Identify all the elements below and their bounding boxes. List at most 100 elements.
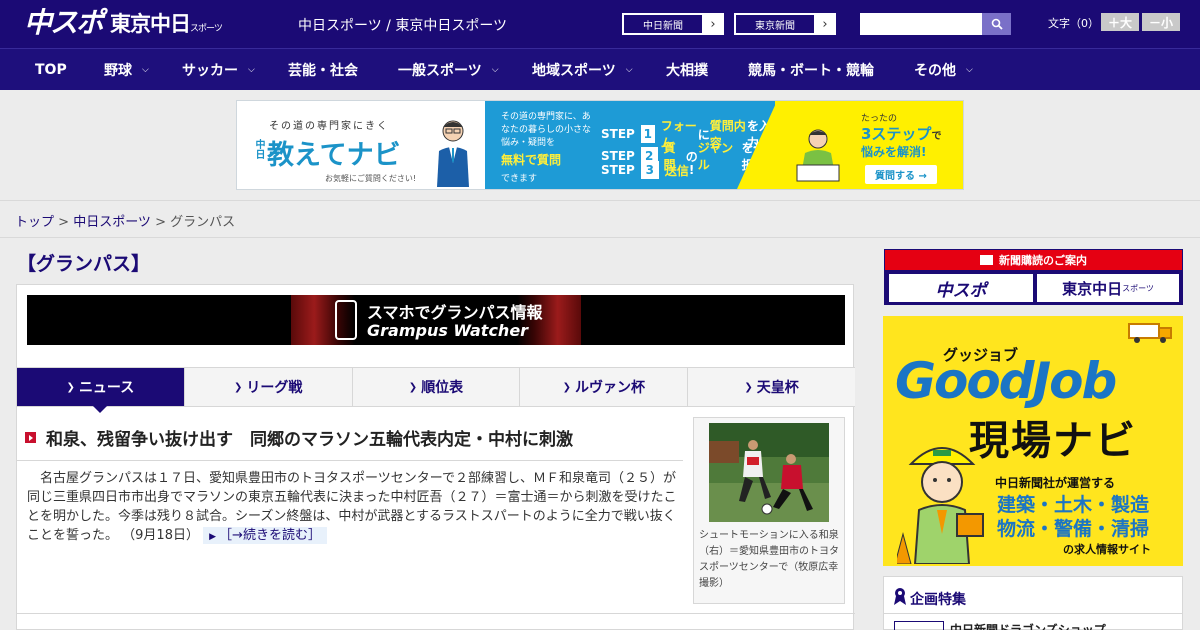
goodjob-line3: 物流・警備・清掃 [997, 518, 1150, 540]
nav-item-general-sports[interactable]: 一般スポーツ ⌵ [398, 49, 499, 90]
feature-thumbnail[interactable] [894, 621, 944, 630]
smartphone-icon [335, 300, 357, 340]
chevron-right-icon: ❯ [562, 381, 571, 393]
nav-item-label: TOP [35, 61, 67, 78]
nav-item-label: 一般スポーツ [398, 62, 482, 79]
nav-item-baseball[interactable]: 野球 ⌵ [104, 49, 149, 90]
breadcrumb: トップ > 中日スポーツ > グランパス [15, 211, 235, 230]
top-header: 中スポ 東京中日スポーツ 中日スポーツ / 東京中日スポーツ 中日新聞 › 東京… [0, 0, 1200, 48]
subscription-header: 新聞購読のご案内 [885, 250, 1182, 270]
ad-right-solve: 悩みを解消! [861, 145, 927, 159]
subscribe-chusupo-button[interactable]: 中スポ [889, 274, 1033, 302]
nav-item-other[interactable]: その他 ⌵ [914, 49, 973, 90]
ad-middle-panel: その道の専門家に、あなたの暮らしの小さな悩み・疑問を 無料で質問 できます ST… [485, 101, 775, 189]
breadcrumb-bar: トップ > 中日スポーツ > グランパス [0, 200, 1200, 238]
nav-item-soccer[interactable]: サッカー ⌵ [182, 49, 255, 90]
chevron-right-icon: ❯ [66, 381, 75, 393]
chunichi-shimbun-link[interactable]: 中日新聞 › [622, 13, 724, 35]
read-more-link[interactable]: ▶ ［→続きを読む］ [203, 527, 327, 544]
chusupo-logo[interactable]: 中スポ [24, 6, 104, 40]
goodjob-line1: 中日新聞社が運営する [995, 476, 1116, 490]
subscribe-tokyo-text: 東京中日 [1062, 279, 1123, 298]
feature-item-dragons-shop[interactable]: 中日新聞ドラゴンズショップ [950, 621, 1106, 630]
article-photo[interactable] [709, 423, 829, 522]
divider [884, 613, 1182, 614]
tab-league[interactable]: ❯ リーグ戦 [183, 368, 352, 406]
tab-label: リーグ戦 [246, 380, 303, 396]
feature-title: 企画特集 [910, 592, 966, 608]
photo-caption: シュートモーションに入る和泉（右）＝愛知県豊田市のトヨタスポーツセンターで（牧原… [699, 530, 839, 589]
breadcrumb-current: グランパス [170, 215, 236, 230]
main-nav: TOP 野球 ⌵ サッカー ⌵ 芸能・社会 一般スポーツ ⌵ 地域スポーツ ⌵ 大相撲 … [0, 48, 1200, 90]
nav-item-label: サッカー [182, 62, 238, 79]
subscription-box[interactable]: 新聞購読のご案内 中スポ 東京中日 スポーツ [884, 249, 1183, 305]
article-photo-box: シュートモーションに入る和泉（右）＝愛知県豊田市のトヨタスポーツセンターで（牧原… [693, 417, 845, 604]
ad-right-panel: たったの 3ステップで 悩みを解消! 質問する → [775, 101, 963, 189]
breadcrumb-sep: > [54, 215, 74, 230]
goodjob-logo: GoodJob [895, 352, 1117, 410]
chevron-down-icon: ⌵ [142, 64, 149, 75]
article-headline[interactable]: 和泉、残留争い抜け出す 同郷のマラソン五輪代表内定・中村に刺激 [25, 425, 683, 450]
tab-levain-cup[interactable]: ❯ ルヴァン杯 [519, 368, 687, 406]
step-label: STEP [601, 163, 635, 177]
headline-text: 和泉、残留争い抜け出す 同郷のマラソン五輪代表内定・中村に刺激 [46, 430, 573, 450]
ad-note: お気軽にご質問ください! [325, 174, 417, 183]
nav-item-sumo[interactable]: 大相撲 [666, 49, 708, 90]
ad-right-big: 3ステップで [861, 123, 941, 144]
nav-item-label: 競馬・ボート・競輪 [748, 62, 874, 79]
ad-brand: 中日 教えてナビ [253, 133, 401, 172]
goodjob-navi-ad[interactable]: グッジョブ GoodJob 現場ナビ 中日新聞社が運営する 建築・土木・製造 物… [883, 316, 1183, 566]
nav-item-label: 大相撲 [666, 62, 708, 79]
tab-news[interactable]: ❯ ニュース [17, 368, 184, 413]
section-tabs: ❯ ニュース ❯ リーグ戦 ❯ 順位表 ❯ ルヴァン杯 ❯ 天皇杯 [17, 367, 855, 413]
person-at-laptop-illustration [796, 129, 840, 182]
tab-label: ニュース [78, 380, 135, 396]
chevron-down-icon: ⌵ [491, 64, 499, 75]
nav-item-entertainment[interactable]: 芸能・社会 [288, 49, 358, 90]
search-input[interactable] [860, 13, 982, 35]
tab-standings[interactable]: ❯ 順位表 [351, 368, 520, 406]
nav-item-racing[interactable]: 競馬・ボート・競輪 [748, 49, 874, 90]
triangle-right-icon: ▶ [209, 532, 217, 542]
subscription-header-text: 新聞購読のご案内 [999, 254, 1087, 267]
chevron-down-icon: ⌵ [966, 64, 973, 75]
read-more-label: ［→続きを読む］ [219, 528, 321, 543]
site-title[interactable]: 中日スポーツ / 東京中日スポーツ [298, 15, 507, 35]
nav-item-label: 地域スポーツ [532, 62, 616, 79]
genba-navi-text: 現場ナビ [969, 418, 1137, 464]
subscribe-tokyo-button[interactable]: 東京中日 スポーツ [1037, 274, 1179, 302]
chevron-right-icon: › [822, 16, 828, 32]
chevron-down-icon: ⌵ [248, 64, 255, 75]
ad-step-3: STEP 3 送信! [601, 161, 694, 179]
ad-cta-button[interactable]: 質問する → [865, 165, 937, 184]
step-text-c: ジャンル [697, 141, 734, 172]
nav-item-top[interactable]: TOP [35, 49, 67, 90]
nav-item-local-sports[interactable]: 地域スポーツ ⌵ [532, 49, 633, 90]
promo-line1: スマホでグランパス情報 [367, 303, 543, 322]
ad-tagline: その道の専門家にきく [269, 121, 389, 132]
truck-icon [1128, 323, 1172, 343]
promo-line2: Grampus Watcher [367, 321, 529, 340]
divider [17, 460, 683, 461]
tab-emperors-cup[interactable]: ❯ 天皇杯 [687, 368, 855, 406]
tokyo-shimbun-link[interactable]: 東京新聞 › [734, 13, 836, 35]
search-button[interactable] [982, 13, 1011, 35]
tokyo-chunichi-logo[interactable]: 東京中日スポーツ [110, 12, 223, 41]
construction-worker-illustration [897, 447, 984, 564]
oshiete-navi-ad[interactable]: その道の専門家にきく 中日 教えてナビ お気軽にご質問ください! その道の専門家に… [236, 100, 964, 190]
expert-person-illustration [437, 120, 469, 187]
breadcrumb-section[interactable]: 中日スポーツ [73, 215, 151, 230]
ad-mid-tail: できます [501, 174, 538, 184]
grampus-watcher-banner[interactable]: スマホでグランパス情報 Grampus Watcher [27, 295, 845, 345]
font-smaller-button[interactable]: －小 [1142, 13, 1180, 31]
font-larger-button[interactable]: ＋大 [1101, 13, 1139, 31]
ribbon-icon [894, 588, 906, 605]
article-date: （9月18日） [122, 528, 199, 543]
breadcrumb-home[interactable]: トップ [15, 215, 54, 230]
ad-mid-text: その道の専門家に、あなたの暮らしの小さな悩み・疑問を [501, 112, 592, 148]
ad-right-big-text: 3ステップ [861, 125, 932, 143]
feature-section: 企画特集 中日新聞ドラゴンズショップ [883, 576, 1183, 630]
ad-brand-small: 中日 [253, 139, 264, 159]
font-size-label: 文字（0） [1048, 17, 1099, 30]
newspaper-icon [980, 255, 993, 265]
